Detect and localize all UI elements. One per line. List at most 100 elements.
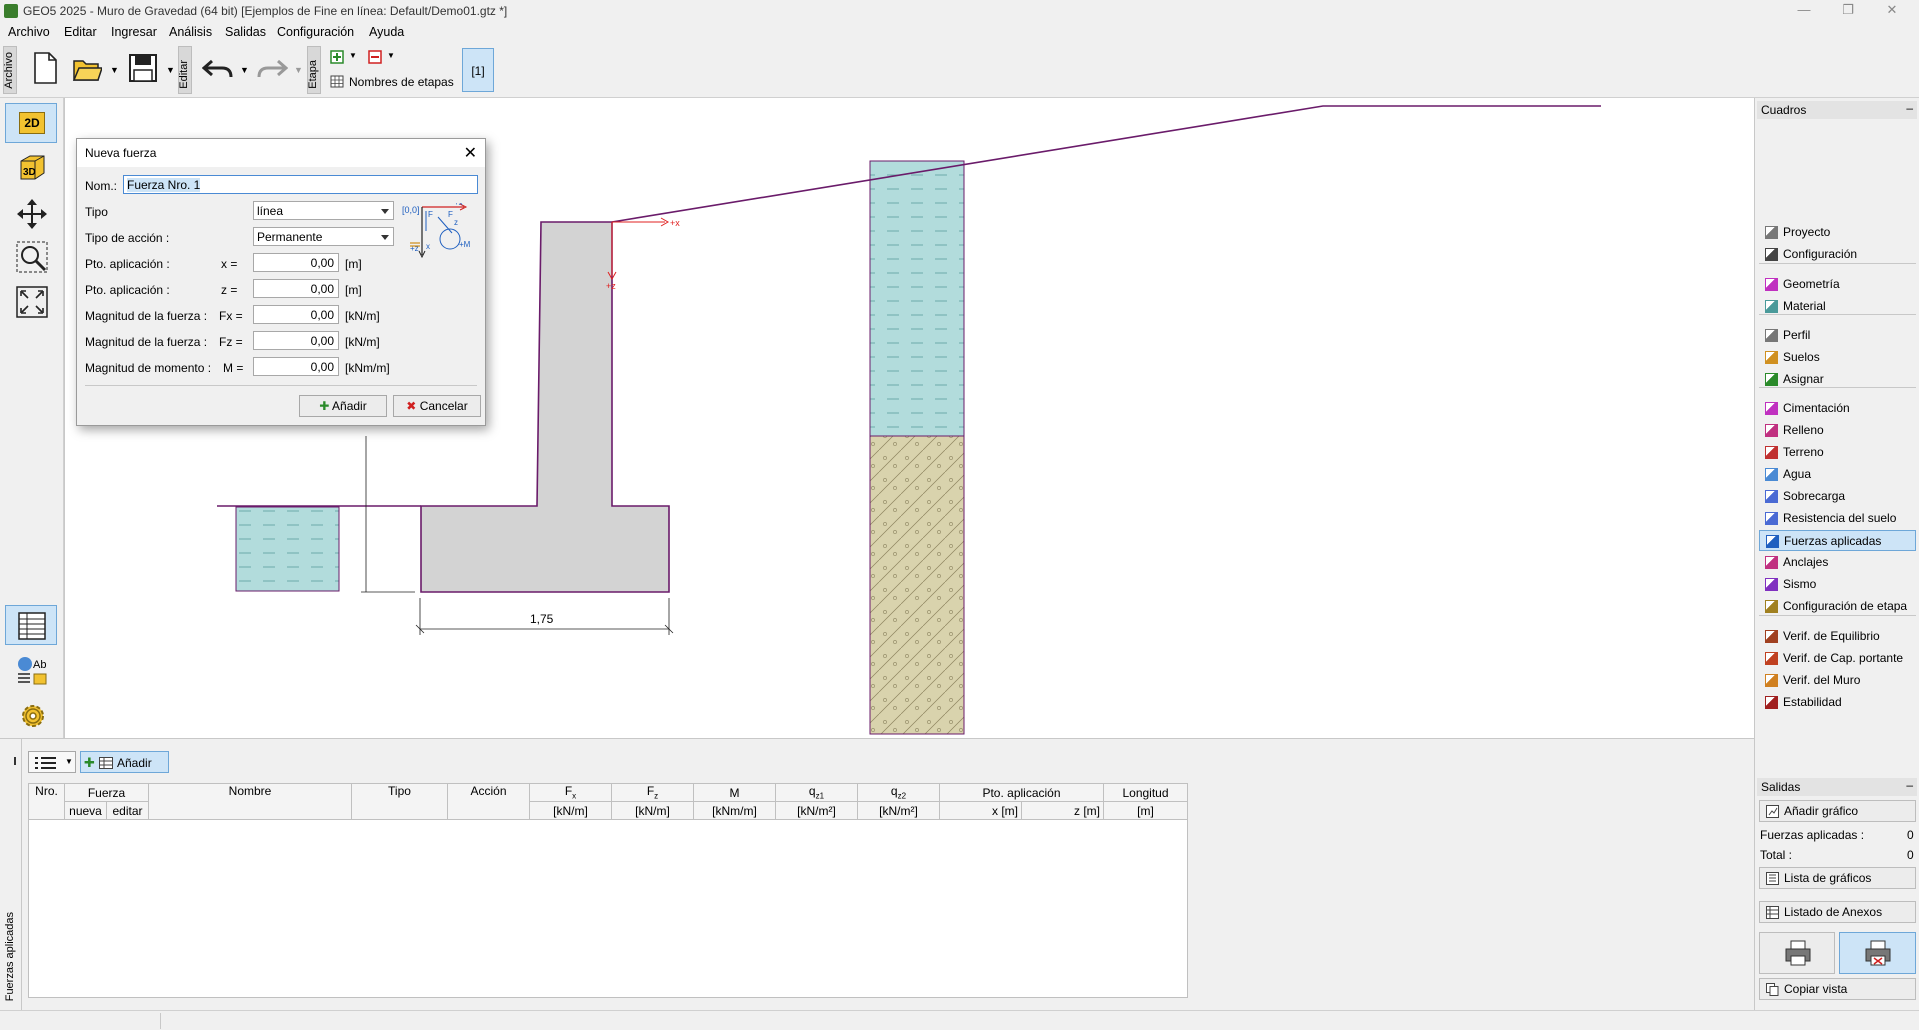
- pto-z-label: Pto. aplicación :: [85, 283, 170, 297]
- sidebar-item-water[interactable]: Agua: [1759, 464, 1916, 485]
- restore-icon[interactable]: ❐: [1826, 2, 1870, 20]
- archivo-tab[interactable]: Archivo: [3, 46, 17, 94]
- sidebar-item-label: Estabilidad: [1783, 695, 1842, 709]
- sidebar-item-gear[interactable]: Configuración: [1759, 244, 1916, 265]
- m-input[interactable]: 0,00: [253, 357, 339, 376]
- undo-dropdown-icon[interactable]: ▼: [240, 65, 249, 75]
- redo-icon[interactable]: [256, 57, 288, 81]
- open-folder-icon[interactable]: [72, 53, 102, 83]
- fit-view-icon[interactable]: [16, 286, 48, 318]
- fx-var: Fx =: [219, 309, 243, 323]
- col-longitud: Longitud: [1103, 783, 1188, 802]
- table-body: [28, 819, 1188, 998]
- sidebar-item-earthquake[interactable]: Sismo: [1759, 574, 1916, 595]
- sidebar-item-equilibrium[interactable]: Verif. de Equilibrio: [1759, 626, 1916, 647]
- col-accion: Acción: [447, 783, 530, 820]
- print-button[interactable]: [1759, 932, 1835, 974]
- print-pdf-button[interactable]: [1839, 932, 1916, 974]
- copy-view-button[interactable]: Copiar vista: [1759, 978, 1916, 1000]
- sidebar-item-foundation[interactable]: Cimentación: [1759, 398, 1916, 419]
- save-icon[interactable]: [128, 53, 158, 83]
- svg-text:Ab: Ab: [33, 659, 46, 671]
- table-view-button[interactable]: [5, 605, 57, 645]
- tipo-select[interactable]: línea: [253, 201, 394, 220]
- list-menu-button[interactable]: ▼: [28, 751, 76, 773]
- editar-tab[interactable]: Editar: [178, 46, 192, 94]
- graphic-list-icon: [1766, 872, 1779, 885]
- menu-configuracion[interactable]: Configuración: [277, 25, 354, 39]
- name-input[interactable]: Fuerza Nro. 1: [123, 175, 478, 194]
- sidebar-item-soils[interactable]: Suelos: [1759, 347, 1916, 368]
- col-fuerza-nueva: nueva: [64, 801, 107, 820]
- sidebar-item-stage-settings[interactable]: Configuración de etapa: [1759, 596, 1916, 617]
- remove-stage-icon[interactable]: [368, 50, 382, 64]
- dialog-close-icon[interactable]: ✕: [464, 143, 477, 163]
- add-force-button[interactable]: ✚ Añadir: [299, 395, 387, 417]
- annex-list-icon: [1766, 906, 1779, 919]
- zoom-icon[interactable]: [16, 241, 48, 273]
- etapa-tab[interactable]: Etapa: [307, 46, 321, 94]
- sidebar-item-resistance[interactable]: Resistencia del suelo: [1759, 508, 1916, 529]
- labels-button[interactable]: Ab: [5, 650, 57, 690]
- sidebar-item-wall-check[interactable]: Verif. del Muro: [1759, 670, 1916, 691]
- salidas-header: Salidas –: [1757, 778, 1917, 796]
- forces-count-value: 0: [1907, 828, 1914, 842]
- fz-input[interactable]: 0,00: [253, 331, 339, 350]
- sidebar-item-geometry[interactable]: Geometría: [1759, 274, 1916, 295]
- sidebar-item-applied-forces[interactable]: Fuerzas aplicadas: [1759, 530, 1916, 551]
- fx-input[interactable]: 0,00: [253, 305, 339, 324]
- total-count-label: Total :: [1760, 848, 1793, 862]
- pto-z-row: Pto. aplicación : z = 0,00 [m]: [85, 279, 480, 299]
- sidebar-item-backfill[interactable]: Relleno: [1759, 420, 1916, 441]
- sidebar-item-terrain[interactable]: Terreno: [1759, 442, 1916, 463]
- add-row-button[interactable]: ✚ Añadir: [80, 751, 169, 773]
- add-stage-icon[interactable]: [330, 50, 344, 64]
- menu-archivo[interactable]: Archivo: [8, 25, 50, 39]
- collapse-icon[interactable]: –: [1906, 101, 1913, 115]
- menu-analisis[interactable]: Análisis: [169, 25, 212, 39]
- window-title: GEO5 2025 - Muro de Gravedad (64 bit) [E…: [23, 4, 508, 18]
- accion-select[interactable]: Permanente: [253, 227, 394, 246]
- sidebar-item-label: Perfil: [1783, 328, 1811, 342]
- stage-names-label[interactable]: Nombres de etapas: [349, 75, 454, 89]
- fuerzas-aplicadas-tab[interactable]: Fuerzas aplicadas: [0, 739, 22, 1011]
- pto-x-input[interactable]: 0,00: [253, 253, 339, 272]
- sidebar-item-stability[interactable]: Estabilidad: [1759, 692, 1916, 713]
- undo-icon[interactable]: [202, 57, 234, 81]
- menu-ayuda[interactable]: Ayuda: [369, 25, 404, 39]
- sidebar-item-surcharge[interactable]: Sobrecarga: [1759, 486, 1916, 507]
- open-dropdown-icon[interactable]: ▼: [110, 65, 119, 75]
- add-stage-dropdown-icon[interactable]: ▼: [349, 51, 357, 60]
- sidebar-item-label: Sismo: [1783, 577, 1817, 591]
- close-window-icon[interactable]: ✕: [1870, 2, 1914, 20]
- sidebar-item-bearing[interactable]: Verif. de Cap. portante: [1759, 648, 1916, 669]
- new-file-icon[interactable]: [30, 51, 60, 85]
- add-graphic-button[interactable]: Añadir gráfico: [1759, 800, 1916, 822]
- soil-column: [869, 435, 965, 735]
- view-3d-button[interactable]: 3D: [5, 146, 57, 186]
- pto-z-input[interactable]: 0,00: [253, 279, 339, 298]
- settings-button[interactable]: [5, 695, 57, 735]
- name-label: Nom.:: [85, 179, 118, 193]
- view-2d-button[interactable]: 2D: [5, 103, 57, 143]
- collapse-icon[interactable]: –: [1906, 778, 1913, 792]
- graphic-list-button[interactable]: Lista de gráficos: [1759, 867, 1916, 889]
- cancel-x-icon: ✖: [406, 399, 417, 413]
- redo-dropdown-icon[interactable]: ▼: [294, 65, 303, 75]
- sidebar-item-project[interactable]: Proyecto: [1759, 222, 1916, 243]
- pan-icon[interactable]: [16, 198, 48, 230]
- sidebar-item-anchors[interactable]: Anclajes: [1759, 552, 1916, 573]
- menu-salidas[interactable]: Salidas: [225, 25, 266, 39]
- sign-convention-diagram: [0,0] +x +z F x F z +M: [402, 203, 471, 259]
- save-dropdown-icon[interactable]: ▼: [166, 65, 175, 75]
- cancel-button[interactable]: ✖ Cancelar: [393, 395, 481, 417]
- menu-editar[interactable]: Editar: [64, 25, 97, 39]
- assign-icon: [1765, 373, 1778, 386]
- sidebar-item-label: Verif. de Equilibrio: [1783, 629, 1880, 643]
- remove-stage-dropdown-icon[interactable]: ▼: [387, 51, 395, 60]
- annex-list-button[interactable]: Listado de Anexos: [1759, 901, 1916, 923]
- menu-ingresar[interactable]: Ingresar: [111, 25, 157, 39]
- sidebar-item-profile[interactable]: Perfil: [1759, 325, 1916, 346]
- minimize-icon[interactable]: —: [1782, 2, 1826, 20]
- stage-1-button[interactable]: [1]: [462, 48, 494, 92]
